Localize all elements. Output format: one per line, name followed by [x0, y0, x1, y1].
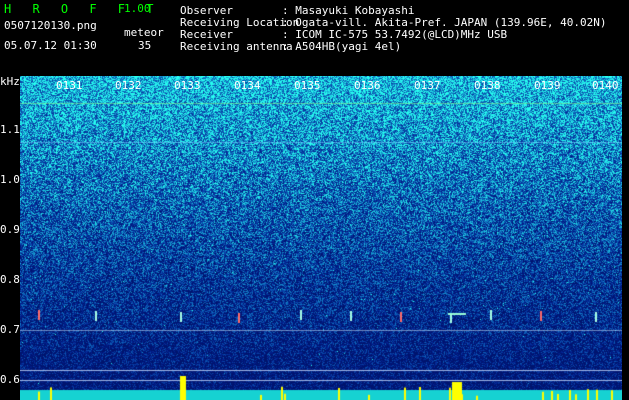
freq-label: 0.7 [0, 323, 20, 336]
time-tick: 0134 [234, 79, 261, 92]
date-time: 05.07.12 01:30 [4, 39, 97, 52]
antenna-label: Receiving antenna [180, 40, 293, 53]
right-margin [622, 76, 629, 400]
time-tick: 0137 [414, 79, 441, 92]
freq-label: 1.0 [0, 173, 20, 186]
freq-label: 0.6 [0, 373, 20, 386]
antenna-value: : A504HB(yagi 4el) [282, 40, 402, 53]
time-tick: 0136 [354, 79, 381, 92]
time-tick: 0140 [592, 79, 619, 92]
freq-unit-label: kHz [0, 75, 20, 88]
time-tick: 0138 [474, 79, 501, 92]
spectrogram [20, 76, 622, 400]
freq-label: 0.8 [0, 273, 20, 286]
freq-label: 1.1 [0, 123, 20, 136]
app-version: 1.00 [124, 2, 151, 15]
time-tick: 0131 [56, 79, 83, 92]
freq-label: 0.9 [0, 223, 20, 236]
header-panel: H R O F F T 1.00 0507120130.png meteor 0… [0, 0, 629, 76]
category-label: meteor [124, 26, 164, 39]
file-name: 0507120130.png [4, 19, 97, 32]
time-tick: 0133 [174, 79, 201, 92]
time-tick: 0135 [294, 79, 321, 92]
time-tick: 0139 [534, 79, 561, 92]
event-count: 35 [138, 39, 152, 52]
time-tick: 0132 [115, 79, 142, 92]
